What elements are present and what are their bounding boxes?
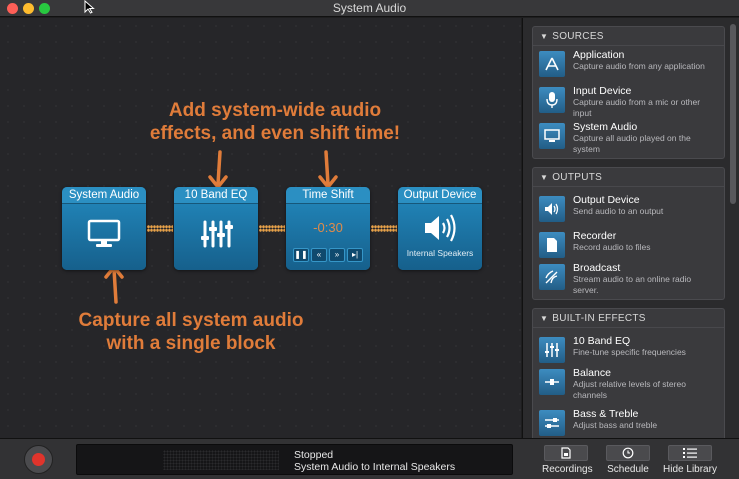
balance-icon (539, 369, 565, 395)
section-header-outputs[interactable]: ▼ OUTPUTS (533, 168, 724, 187)
level-meter (163, 450, 279, 470)
speaker-icon (539, 196, 565, 222)
library-item-10-band-eq[interactable]: 10 Band EQ Fine-tune specific frequencie… (539, 335, 719, 369)
block-time-shift[interactable]: Time Shift -0:30 ❚❚ « » ▸| (286, 187, 370, 270)
library-item-input-device[interactable]: Input Device Capture audio from a mic or… (539, 85, 719, 119)
section-header-sources[interactable]: ▼ SOURCES (533, 27, 724, 46)
library-item-application[interactable]: Application Capture audio from any appli… (539, 49, 719, 83)
library-item-bass-treble[interactable]: Bass & Treble Adjust bass and treble (539, 408, 719, 442)
connector-cable (147, 225, 173, 232)
bass-treble-icon (539, 410, 565, 436)
sliders-icon (174, 218, 258, 250)
pause-icon: ❚❚ (294, 250, 308, 259)
time-shift-value: -0:30 (313, 220, 343, 235)
arrow-down-icon (208, 150, 228, 189)
transport-controls: ❚❚ « » ▸| (293, 248, 363, 262)
headline-effects: Add system-wide audio effects, and even … (149, 100, 401, 144)
fast-forward-icon: » (334, 250, 340, 259)
document-icon (539, 232, 565, 258)
section-sources: ▼ SOURCES Application Capture audio from … (532, 26, 725, 159)
bottom-toolbar: Stopped System Audio to Internal Speaker… (0, 438, 739, 479)
connector-cable (259, 225, 285, 232)
rewind-button[interactable]: « (311, 248, 327, 262)
section-built-in-effects: ▼ BUILT-IN EFFECTS 10 Band EQ Fine-tune s… (532, 308, 725, 443)
library-item-balance[interactable]: Balance Adjust relative levels of stereo… (539, 367, 719, 401)
chevron-down-icon: ▼ (540, 32, 549, 41)
block-title: System Audio (62, 187, 146, 204)
recordings-icon (561, 447, 571, 459)
speaker-icon (398, 213, 482, 243)
status-display: Stopped System Audio to Internal Speaker… (76, 444, 513, 475)
broadcast-icon (539, 264, 565, 290)
arrow-up-icon (104, 265, 124, 304)
monitor-icon (62, 218, 146, 250)
status-text: Stopped (294, 449, 334, 461)
record-button[interactable] (24, 445, 53, 474)
skip-to-end-button[interactable]: ▸| (347, 248, 363, 262)
block-output-device[interactable]: Output Device Internal Speakers (398, 187, 482, 270)
record-icon (32, 453, 45, 466)
route-text: System Audio to Internal Speakers (294, 461, 456, 473)
hide-library-button[interactable]: Hide Library (663, 445, 717, 475)
schedule-button[interactable]: Schedule (604, 445, 652, 475)
recordings-button[interactable]: Recordings (542, 445, 593, 475)
mouse-cursor-icon (84, 0, 95, 14)
section-header-built-in-effects[interactable]: ▼ BUILT-IN EFFECTS (533, 309, 724, 328)
connector-cable (371, 225, 397, 232)
block-title: Time Shift (286, 187, 370, 204)
clock-icon (622, 447, 634, 459)
library-item-recorder[interactable]: Recorder Record audio to files (539, 230, 719, 264)
chevron-down-icon: ▼ (540, 173, 549, 182)
block-system-audio[interactable]: System Audio (62, 187, 146, 270)
block-title: Output Device (398, 187, 482, 204)
pause-button[interactable]: ❚❚ (293, 248, 309, 262)
fast-forward-button[interactable]: » (329, 248, 345, 262)
headline-capture: Capture all system audio with a single b… (78, 310, 304, 354)
block-title: 10 Band EQ (174, 187, 258, 204)
sliders-icon (539, 337, 565, 363)
block-10-band-eq[interactable]: 10 Band EQ (174, 187, 258, 270)
library-item-system-audio[interactable]: System Audio Capture all audio played on… (539, 121, 719, 155)
section-outputs: ▼ OUTPUTS Output Device Send audio to an … (532, 167, 725, 300)
rewind-icon: « (316, 250, 322, 259)
library-item-broadcast[interactable]: Broadcast Stream audio to an online radi… (539, 262, 719, 296)
title-bar: System Audio (0, 0, 739, 17)
library-sidebar: ▼ SOURCES Application Capture audio from … (522, 18, 739, 443)
monitor-icon (539, 123, 565, 149)
app-store-icon (539, 51, 565, 77)
output-device-name: Internal Speakers (406, 248, 474, 258)
microphone-icon (539, 87, 565, 113)
list-icon (683, 448, 697, 458)
skip-to-end-icon: ▸| (351, 250, 359, 259)
arrow-down-icon (318, 150, 338, 189)
sidebar-scrollbar[interactable] (730, 24, 736, 204)
chevron-down-icon: ▼ (540, 314, 549, 323)
library-item-output-device[interactable]: Output Device Send audio to an output (539, 194, 719, 228)
window-title: System Audio (332, 1, 407, 15)
